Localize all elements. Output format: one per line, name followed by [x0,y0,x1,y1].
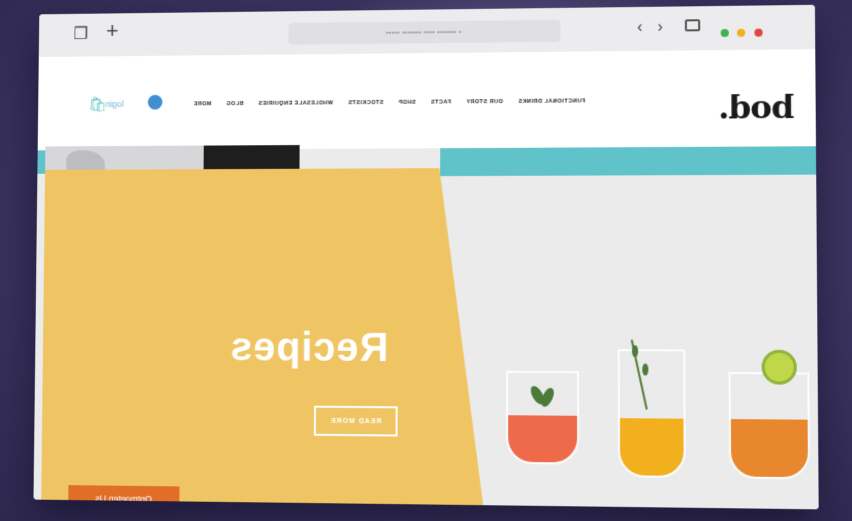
maximize-button[interactable] [720,28,729,38]
address-bar[interactable]: • ••••••• •••• ••••••• ••••• [288,19,561,45]
login-label: login [105,99,124,109]
rosemary-leaf [642,363,649,376]
login-link[interactable]: login [105,99,123,109]
hero-title-text: Recipes [229,325,389,371]
nav-link[interactable]: FACTS [431,99,451,105]
close-button[interactable] [754,28,763,37]
teal-accent-bar [440,146,817,177]
site-logo[interactable]: bod. [719,88,794,127]
sidebar-toggle-icon[interactable] [684,19,701,32]
lime-slice [761,349,797,385]
read-more-button[interactable]: READ MORE [313,405,398,437]
contact-us-label: Ontmoeten Us [95,493,153,505]
glass-left [506,370,580,465]
nav-link[interactable]: BLOG [226,101,243,107]
cart-icon[interactable]: 🛍 [88,95,107,113]
read-more-label: READ MORE [329,417,382,425]
rosemary-leaf [631,345,639,358]
minimize-button[interactable] [737,28,746,37]
nav-link[interactable]: SHOP [398,100,415,106]
nav-link[interactable]: WHOLESALE ENQUIRIES [258,100,333,106]
account-avatar[interactable] [147,94,163,110]
tabs-icon[interactable]: ❐ [73,24,88,43]
nav-link[interactable]: OUR STORY [466,99,503,105]
new-tab-button[interactable]: + [106,18,119,42]
logo-text: bod. [718,87,795,127]
contact-us-button[interactable]: Ontmoeten Us [68,485,180,510]
browser-window: ❐ + • ••••••• •••• ••••••• ••••• ‹ › 🛍 l… [33,4,819,510]
nav-link[interactable]: MORE [193,101,211,107]
glass-right [728,372,811,480]
hero-title: Recipes [229,325,388,371]
window-controls [720,23,767,42]
main-nav: FUNCTIONAL DRINKS OUR STORY FACTS SHOP STOCK… [179,98,585,107]
nav-link[interactable]: FUNCTIONAL DRINKS [518,98,585,105]
glass-middle [617,349,686,478]
hero-section: Recipes READ MORE Ontmoeten Us [33,145,819,510]
back-button[interactable]: ‹ [637,19,642,37]
forward-button[interactable]: › [657,19,662,37]
site-header: 🛍 login FUNCTIONAL DRINKS OUR STORY FACTS S… [37,49,816,151]
nav-link[interactable]: STOCKISTS [348,100,383,106]
url-text: • ••••••• •••• ••••••• ••••• [385,26,462,37]
teal-accent-left [37,150,46,174]
